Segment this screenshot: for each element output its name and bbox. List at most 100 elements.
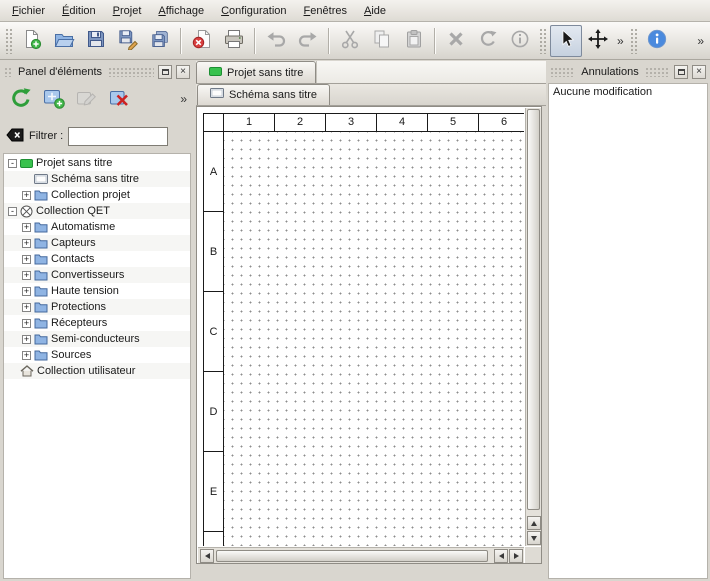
vertical-scrollbar-thumb[interactable] bbox=[527, 109, 540, 510]
panel-toolbar-overflow-icon[interactable]: » bbox=[177, 92, 190, 106]
folder-icon bbox=[34, 269, 48, 281]
expander-icon[interactable]: - bbox=[8, 207, 17, 216]
new-element-button[interactable] bbox=[39, 84, 69, 114]
toolbar-drag-handle[interactable] bbox=[630, 28, 638, 54]
tree-item-convertisseurs[interactable]: + Convertisseurs bbox=[4, 267, 190, 283]
expander-icon[interactable]: + bbox=[22, 319, 31, 328]
scroll-left-button[interactable] bbox=[200, 549, 214, 563]
float-panel-button[interactable] bbox=[158, 65, 172, 79]
close-panel-button[interactable]: × bbox=[692, 65, 706, 79]
delete-icon bbox=[445, 28, 467, 53]
tree-item-semi-conducteurs[interactable]: + Semi-conducteurs bbox=[4, 331, 190, 347]
dock-grip-texture bbox=[550, 67, 575, 77]
folder-icon bbox=[34, 189, 48, 201]
diagram-paper[interactable]: 1 2 3 4 5 6 A B C D E bbox=[203, 113, 524, 546]
new-document-button[interactable] bbox=[16, 25, 48, 57]
column-ruler: 1 2 3 4 5 6 bbox=[224, 114, 524, 132]
tree-item-contacts[interactable]: + Contacts bbox=[4, 251, 190, 267]
menu-projet[interactable]: Projet bbox=[105, 2, 150, 20]
tree-item-capteurs[interactable]: + Capteurs bbox=[4, 235, 190, 251]
main-toolbar-overflow-icon[interactable]: » bbox=[695, 34, 708, 48]
tab-schema-sans-titre[interactable]: Schéma sans titre bbox=[197, 84, 330, 105]
paste-button[interactable] bbox=[398, 25, 430, 57]
diagram-viewport[interactable]: 1 2 3 4 5 6 A B C D E bbox=[198, 108, 524, 546]
clear-filter-icon[interactable] bbox=[6, 128, 24, 145]
tree-item-collection-qet[interactable]: - Collection QET bbox=[4, 203, 190, 219]
save-all-button[interactable] bbox=[144, 25, 176, 57]
expander-icon[interactable]: - bbox=[8, 159, 17, 168]
expander-icon[interactable]: + bbox=[22, 335, 31, 344]
tab-projet-sans-titre[interactable]: Projet sans titre bbox=[196, 61, 316, 83]
delete-button[interactable] bbox=[440, 25, 472, 57]
scroll-right-button[interactable] bbox=[509, 549, 523, 563]
menu-fichier[interactable]: Fichier bbox=[4, 2, 53, 20]
cut-button[interactable] bbox=[334, 25, 366, 57]
filter-input[interactable] bbox=[68, 127, 168, 146]
about-button[interactable] bbox=[641, 25, 673, 57]
tree-item-sources[interactable]: + Sources bbox=[4, 347, 190, 363]
tree-item-haute-tension[interactable]: + Haute tension bbox=[4, 283, 190, 299]
elements-tree[interactable]: - Projet sans titre Schéma sans titre + … bbox=[3, 153, 191, 579]
schema-icon bbox=[34, 174, 48, 185]
close-panel-button[interactable]: × bbox=[176, 65, 190, 79]
tree-item-recepteurs[interactable]: + Récepteurs bbox=[4, 315, 190, 331]
reload-collections-button[interactable] bbox=[6, 84, 36, 114]
delete-element-button[interactable] bbox=[105, 84, 135, 114]
expander-icon[interactable]: + bbox=[22, 351, 31, 360]
float-icon bbox=[678, 69, 685, 75]
elements-panel-titlebar[interactable]: Panel d'éléments × bbox=[2, 63, 192, 81]
close-file-button[interactable] bbox=[186, 25, 218, 57]
diagram-grid[interactable] bbox=[224, 132, 524, 546]
tree-item-schema[interactable]: Schéma sans titre bbox=[4, 171, 190, 187]
tree-item-protections[interactable]: + Protections bbox=[4, 299, 190, 315]
save-all-icon bbox=[149, 28, 171, 53]
print-button[interactable] bbox=[218, 25, 250, 57]
expander-icon[interactable]: + bbox=[22, 271, 31, 280]
tree-item-label: Collection utilisateur bbox=[37, 365, 135, 377]
tree-item-collection-projet[interactable]: + Collection projet bbox=[4, 187, 190, 203]
pan-mode-button[interactable] bbox=[582, 25, 614, 57]
column-label: 2 bbox=[275, 114, 326, 132]
qelectrotech-window: Fichier Édition Projet Affichage Configu… bbox=[0, 0, 710, 581]
save-button[interactable] bbox=[80, 25, 112, 57]
redo-button[interactable] bbox=[292, 25, 324, 57]
scroll-up-button[interactable] bbox=[527, 516, 541, 530]
horizontal-scrollbar-thumb[interactable] bbox=[216, 550, 488, 562]
selection-mode-button[interactable] bbox=[550, 25, 582, 57]
copy-button[interactable] bbox=[366, 25, 398, 57]
save-as-icon bbox=[117, 28, 139, 53]
expander-icon[interactable]: + bbox=[22, 239, 31, 248]
tree-item-automatisme[interactable]: + Automatisme bbox=[4, 219, 190, 235]
tree-item-collection-utilisateur[interactable]: Collection utilisateur bbox=[4, 363, 190, 379]
toolbar-drag-handle[interactable] bbox=[539, 28, 547, 54]
expander-icon[interactable]: + bbox=[22, 303, 31, 312]
open-folder-icon bbox=[53, 28, 75, 53]
menu-edition[interactable]: Édition bbox=[54, 2, 104, 20]
menu-fenetres[interactable]: Fenêtres bbox=[296, 2, 355, 20]
vertical-scrollbar[interactable] bbox=[525, 108, 541, 546]
undo-history-item[interactable]: Aucune modification bbox=[549, 84, 707, 100]
horizontal-scrollbar[interactable] bbox=[198, 547, 524, 563]
menu-aide[interactable]: Aide bbox=[356, 2, 394, 20]
undo-panel-titlebar[interactable]: Annulations × bbox=[548, 63, 708, 81]
menu-affichage[interactable]: Affichage bbox=[150, 2, 212, 20]
expander-icon[interactable]: + bbox=[22, 255, 31, 264]
edit-element-button[interactable] bbox=[72, 84, 102, 114]
open-project-button[interactable] bbox=[48, 25, 80, 57]
rotate-button[interactable] bbox=[472, 25, 504, 57]
mode-toolbar-overflow-icon[interactable]: » bbox=[614, 34, 627, 48]
scroll-down-button[interactable] bbox=[527, 531, 541, 545]
undo-button[interactable] bbox=[260, 25, 292, 57]
save-as-button[interactable] bbox=[112, 25, 144, 57]
menu-configuration[interactable]: Configuration bbox=[213, 2, 294, 20]
row-label: E bbox=[204, 452, 224, 532]
scroll-left-button[interactable] bbox=[494, 549, 508, 563]
expander-icon[interactable]: + bbox=[22, 223, 31, 232]
expander-icon[interactable]: + bbox=[22, 191, 31, 200]
expander-icon[interactable]: + bbox=[22, 287, 31, 296]
information-button[interactable] bbox=[504, 25, 536, 57]
float-panel-button[interactable] bbox=[674, 65, 688, 79]
toolbar-drag-handle[interactable] bbox=[5, 28, 13, 54]
tree-item-project[interactable]: - Projet sans titre bbox=[4, 155, 190, 171]
undo-history-list[interactable]: Aucune modification bbox=[548, 83, 708, 579]
